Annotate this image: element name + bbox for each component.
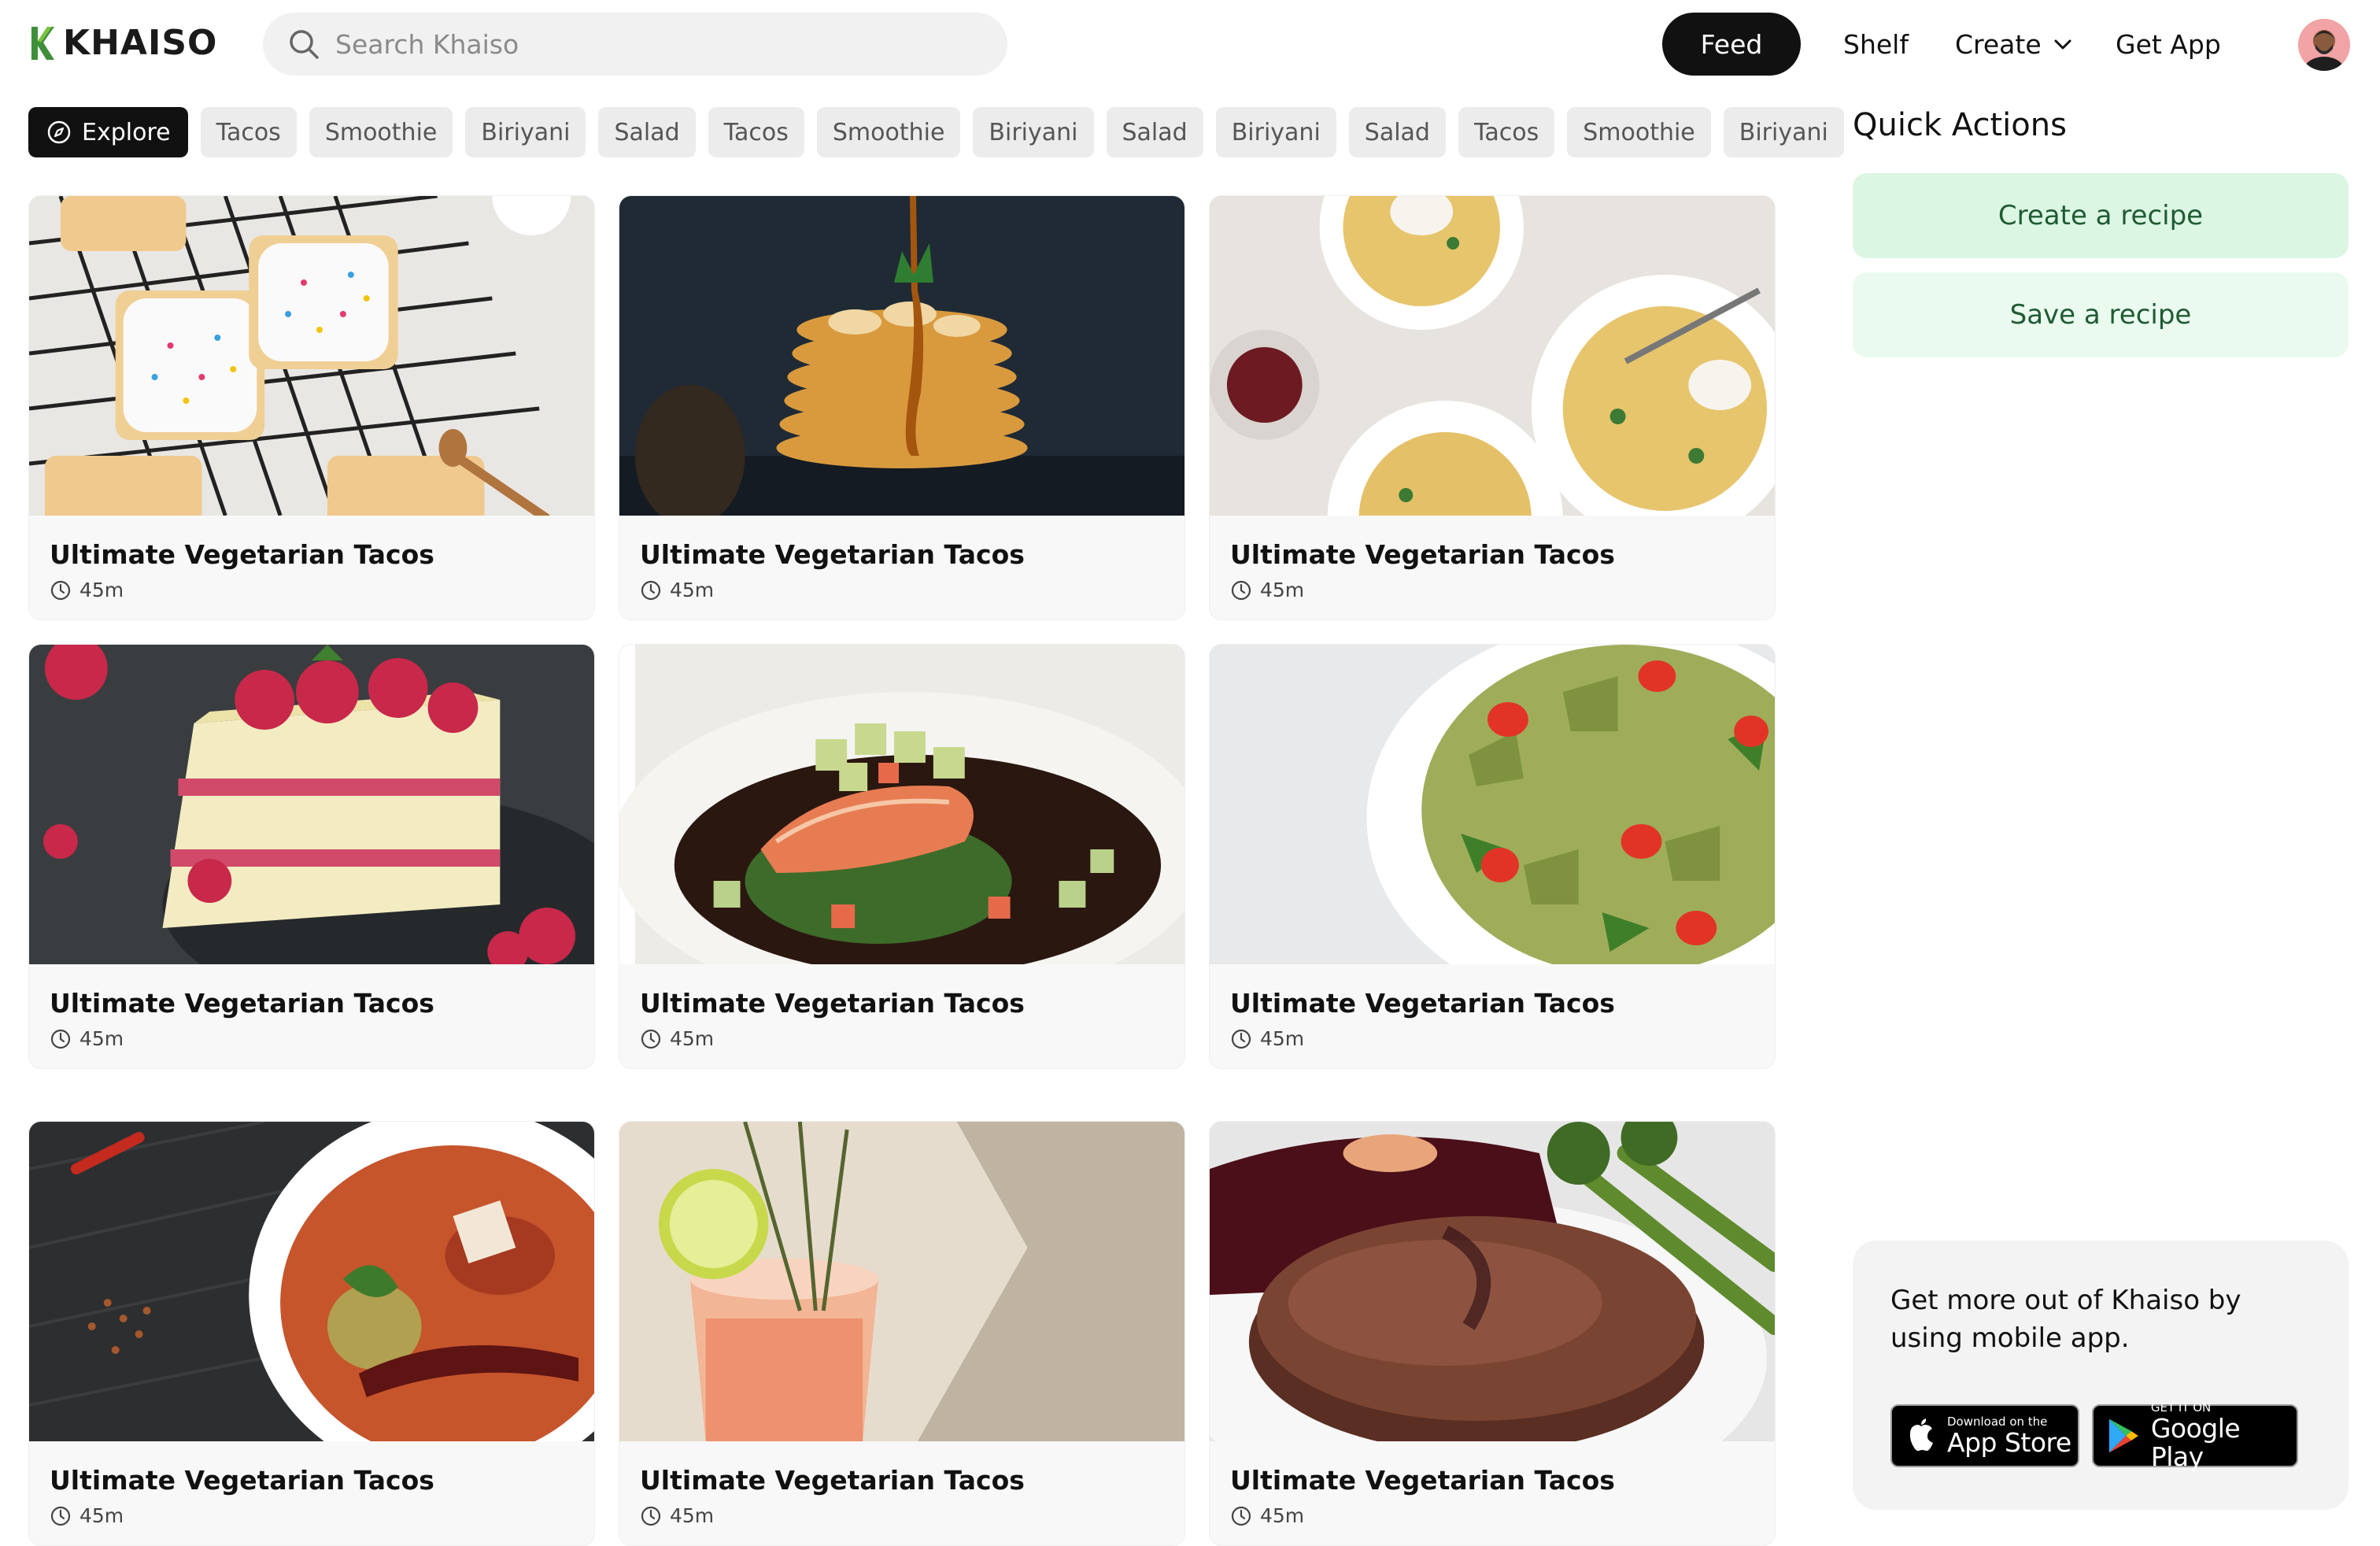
google-play-big-text: Google Play: [2150, 1413, 2241, 1472]
recipe-time-value: 45m: [1260, 579, 1305, 601]
recipe-time: 45m: [640, 1504, 714, 1527]
recipe-time: 45m: [50, 1504, 124, 1527]
recipe-time-value: 45m: [670, 1027, 715, 1050]
nav-create-label: Create: [1955, 28, 2042, 60]
user-avatar[interactable]: [2298, 19, 2350, 71]
chip-explore[interactable]: Explore: [28, 107, 188, 157]
recipe-time-value: 45m: [670, 579, 715, 601]
chip-item[interactable]: Salad: [1106, 107, 1203, 157]
recipe-time-value: 45m: [1260, 1027, 1305, 1050]
search-icon: [290, 30, 319, 59]
quick-actions-title: Quick Actions: [1853, 107, 2067, 143]
recipe-image-red-stew: [29, 1122, 594, 1441]
nav-create-dropdown[interactable]: Create: [1955, 13, 2073, 76]
chip-item[interactable]: Biriyani: [973, 107, 1094, 157]
clock-icon: [641, 1506, 661, 1526]
chip-item[interactable]: Tacos: [1458, 107, 1555, 157]
create-recipe-button[interactable]: Create a recipe: [1853, 173, 2349, 258]
recipe-time-value: 45m: [79, 579, 124, 601]
clock-icon: [1231, 1506, 1251, 1526]
recipe-title: Ultimate Vegetarian Tacos: [50, 1465, 434, 1496]
chip-item[interactable]: Tacos: [200, 107, 297, 157]
recipe-image-pancake-stack: [619, 196, 1184, 516]
recipe-time: 45m: [640, 579, 714, 601]
recipe-title: Ultimate Vegetarian Tacos: [1230, 1465, 1615, 1496]
clock-icon: [641, 580, 661, 600]
recipe-card[interactable]: Ultimate Vegetarian Tacos 45m: [28, 195, 595, 620]
compass-icon: [47, 120, 71, 144]
category-chips: Explore Tacos Smoothie Biriyani Salad Ta…: [28, 107, 1844, 157]
recipe-image-raspberry-cake: [29, 645, 594, 964]
recipe-card[interactable]: Ultimate Vegetarian Tacos 45m: [28, 1121, 595, 1546]
khaiso-logo[interactable]: KHAISO: [28, 24, 217, 63]
recipe-title: Ultimate Vegetarian Tacos: [50, 539, 434, 570]
avatar-person-icon: [2298, 19, 2350, 71]
recipe-card[interactable]: Ultimate Vegetarian Tacos 45m: [1209, 644, 1776, 1069]
promo-text: Get more out of Khaiso by using mobile a…: [1890, 1285, 2241, 1354]
recipe-time-value: 45m: [79, 1504, 124, 1527]
recipe-time-value: 45m: [79, 1027, 124, 1050]
recipe-time: 45m: [50, 1027, 124, 1050]
recipe-image-steak: [1210, 1122, 1775, 1441]
recipe-image-salmon-dish: [619, 645, 1184, 964]
recipe-title: Ultimate Vegetarian Tacos: [50, 988, 434, 1019]
chip-item[interactable]: Smoothie: [309, 107, 453, 157]
recipe-title: Ultimate Vegetarian Tacos: [640, 539, 1025, 570]
chip-item[interactable]: Smoothie: [816, 107, 961, 157]
apple-icon: [1909, 1418, 1933, 1452]
nav-feed-button[interactable]: Feed: [1662, 13, 1801, 76]
recipe-title: Ultimate Vegetarian Tacos: [1230, 539, 1615, 570]
chip-item[interactable]: Smoothie: [1567, 107, 1711, 157]
recipe-time-value: 45m: [1260, 1504, 1305, 1527]
nav-get-app-link[interactable]: Get App: [2116, 13, 2221, 76]
chip-item[interactable]: Salad: [598, 107, 696, 157]
clock-icon: [50, 580, 71, 600]
clock-icon: [1231, 580, 1251, 600]
save-recipe-button[interactable]: Save a recipe: [1853, 272, 2349, 357]
chip-item[interactable]: Biriyani: [1723, 107, 1844, 157]
nav-shelf-link[interactable]: Shelf: [1843, 13, 1909, 76]
recipe-time-value: 45m: [670, 1504, 715, 1527]
google-play-button[interactable]: GET IT ON Google Play: [2092, 1400, 2298, 1471]
app-store-button[interactable]: Download on the App Store: [1890, 1404, 2079, 1467]
chip-item[interactable]: Tacos: [708, 107, 804, 157]
clock-icon: [50, 1029, 71, 1049]
recipe-card[interactable]: Ultimate Vegetarian Tacos 45m: [619, 195, 1185, 620]
mobile-app-promo: Get more out of Khaiso by using mobile a…: [1853, 1241, 2349, 1510]
recipe-card[interactable]: Ultimate Vegetarian Tacos 45m: [619, 644, 1185, 1069]
search-input[interactable]: [335, 28, 981, 60]
logo-text: KHAISO: [63, 23, 218, 63]
chevron-down-icon: [2054, 39, 2071, 50]
clock-icon: [641, 1029, 661, 1049]
recipe-card[interactable]: Ultimate Vegetarian Tacos 45m: [619, 1121, 1185, 1546]
recipe-time: 45m: [640, 1027, 714, 1050]
recipe-image-spaghetti-plates: [1210, 196, 1775, 516]
clock-icon: [50, 1506, 71, 1526]
clock-icon: [1231, 1029, 1251, 1049]
recipe-time: 45m: [1230, 1027, 1304, 1050]
recipe-image-pop-tarts: [29, 196, 594, 516]
recipe-card[interactable]: Ultimate Vegetarian Tacos 45m: [1209, 1121, 1776, 1546]
recipe-image-pesto-pasta: [1210, 645, 1775, 964]
chip-explore-label: Explore: [82, 118, 171, 146]
app-store-big-text: App Store: [1947, 1427, 2071, 1458]
logo-k-icon: [31, 27, 54, 60]
recipe-card[interactable]: Ultimate Vegetarian Tacos 45m: [28, 644, 595, 1069]
recipe-title: Ultimate Vegetarian Tacos: [640, 1465, 1025, 1496]
recipe-time: 45m: [50, 579, 124, 601]
chip-item[interactable]: Salad: [1348, 107, 1446, 157]
google-play-icon: [2108, 1418, 2138, 1453]
recipe-card[interactable]: Ultimate Vegetarian Tacos 45m: [1209, 195, 1776, 620]
recipe-time: 45m: [1230, 1504, 1304, 1527]
recipe-title: Ultimate Vegetarian Tacos: [640, 988, 1025, 1019]
recipe-image-cocktail: [619, 1122, 1184, 1441]
search-bar[interactable]: [263, 13, 1007, 76]
chip-item[interactable]: Biriyani: [1215, 107, 1336, 157]
chip-item[interactable]: Biriyani: [465, 107, 586, 157]
recipe-time: 45m: [1230, 579, 1304, 601]
recipe-title: Ultimate Vegetarian Tacos: [1230, 988, 1615, 1019]
